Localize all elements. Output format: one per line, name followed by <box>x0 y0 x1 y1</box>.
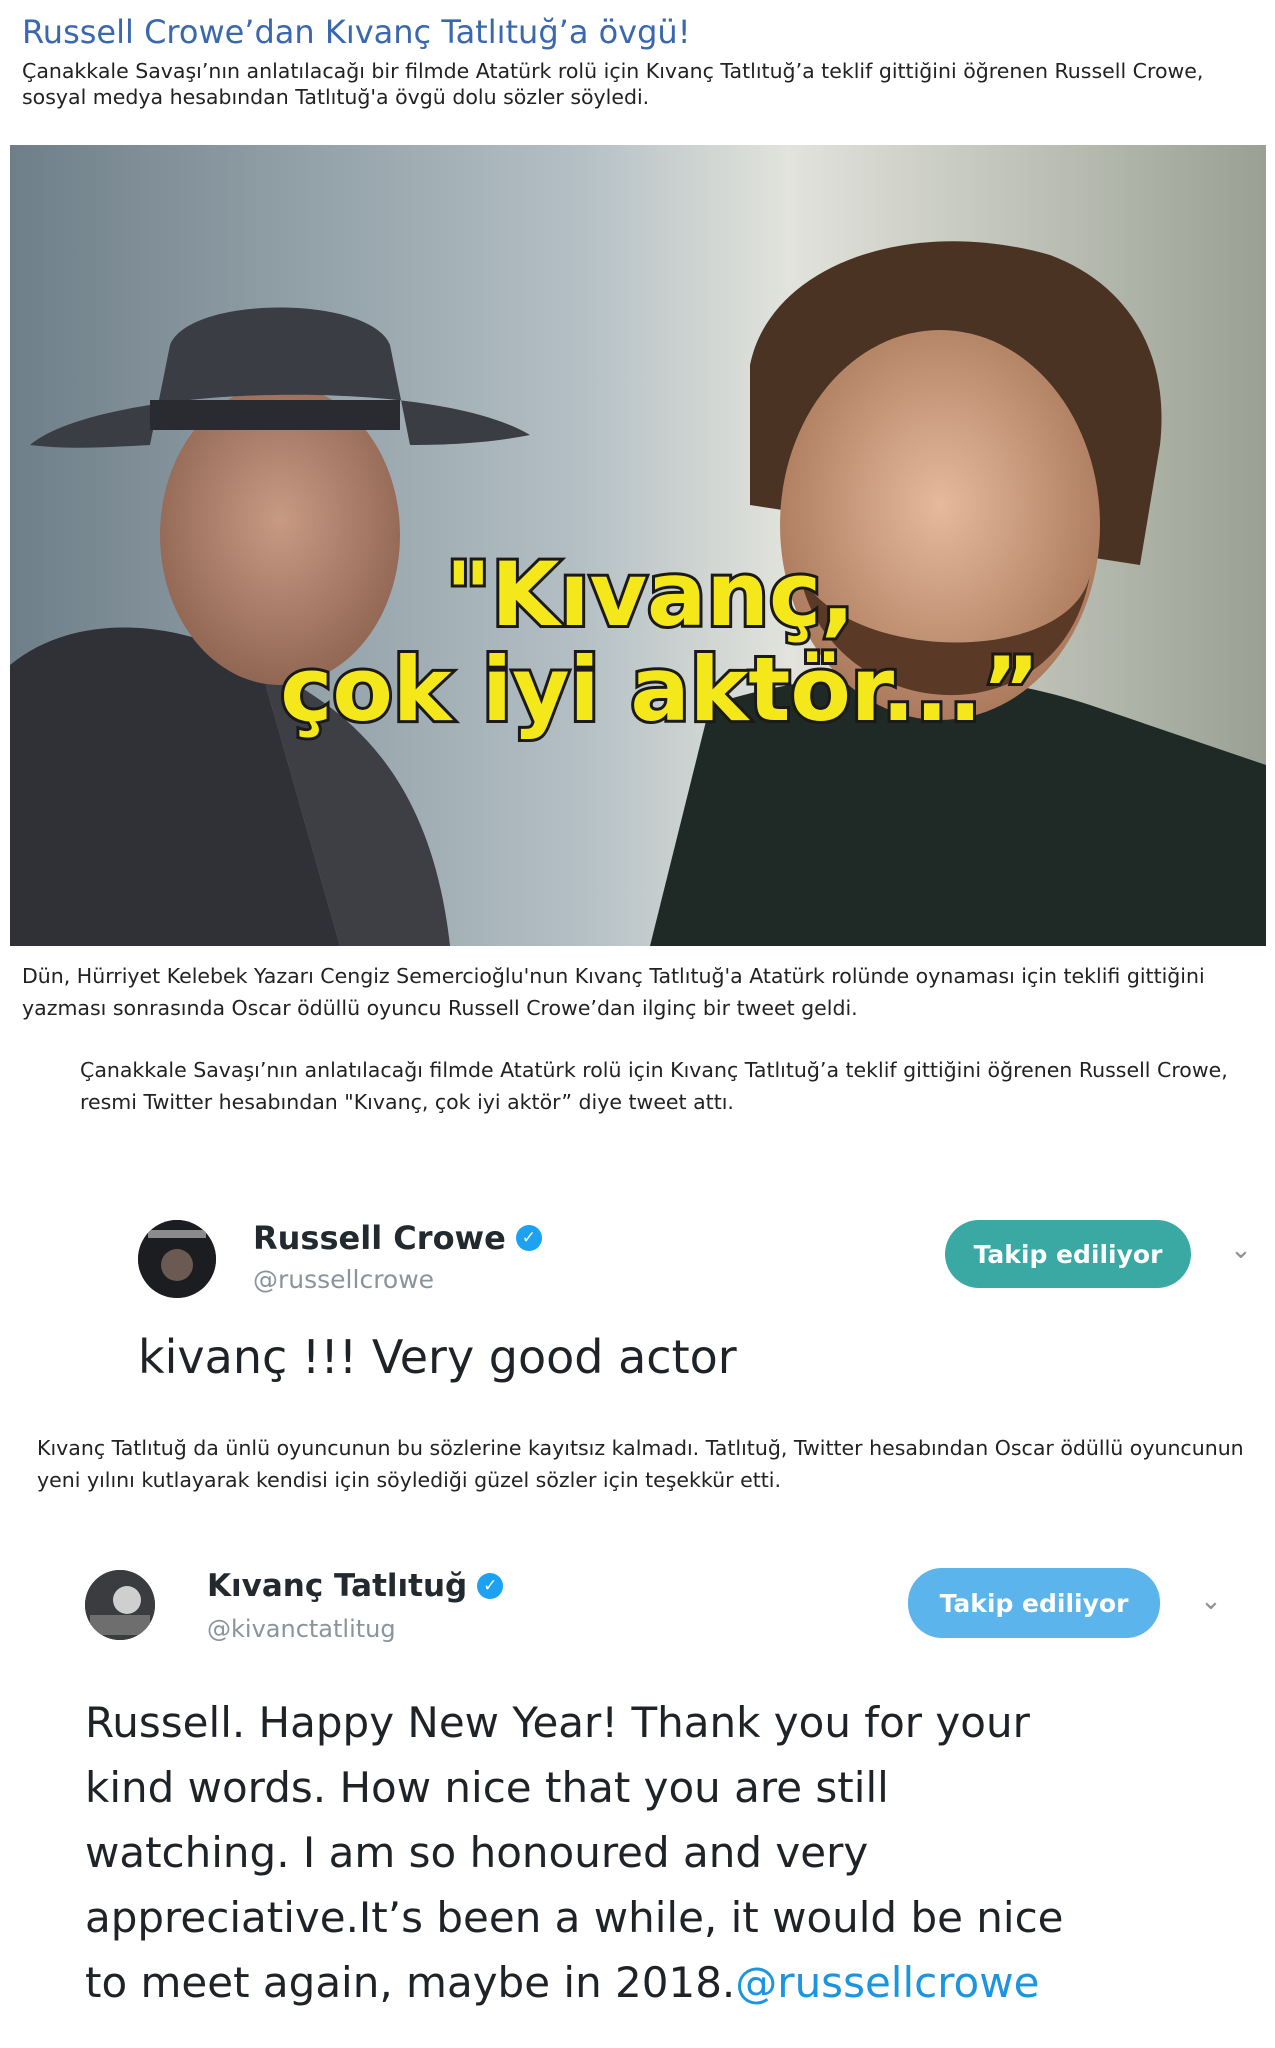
tweet-author-handle[interactable]: @russellcrowe <box>253 1265 434 1294</box>
tweet-text-fragment: to meet again, maybe in 2018. <box>85 1958 736 2007</box>
follow-button[interactable]: Takip ediliyor <box>908 1568 1160 1638</box>
tweet-text-line: Russell. Happy New Year! Thank you for y… <box>85 1698 1030 1747</box>
follow-button[interactable]: Takip ediliyor <box>945 1220 1191 1288</box>
article-lead: Çanakkale Savaşı’nın anlatılacağı bir fi… <box>22 59 1204 109</box>
tweet-author-name[interactable]: Kıvanç Tatlıtuğ <box>207 1568 467 1604</box>
tweet-text-line: kind words. How nice that you are still <box>85 1763 889 1812</box>
verified-badge-icon: ✓ <box>515 1225 542 1251</box>
tweet-text: Russell. Happy New Year! Thank you for y… <box>85 1690 1275 2015</box>
hero-image: "Kıvanç, çok iyi aktör...” <box>10 145 1266 946</box>
article-paragraph-1: Dün, Hürriyet Kelebek Yazarı Cengiz Seme… <box>22 964 1205 1020</box>
tweet-text-line: watching. I am so honoured and very <box>85 1828 869 1877</box>
avatar[interactable] <box>85 1570 155 1640</box>
embedded-tweet-russell: Russell Crowe ✓ @russellcrowe Takip edil… <box>120 1195 1270 1410</box>
article-title[interactable]: Russell Crowe’dan Kıvanç Tatlıtuğ’a övgü… <box>22 10 1262 54</box>
article-paragraph-2: Çanakkale Savaşı’nın anlatılacağı filmde… <box>80 1058 1228 1114</box>
tweet-text-line: appreciative.It’s been a while, it would… <box>85 1893 1064 1942</box>
tweet-text: kivanç !!! Very good actor <box>138 1330 737 1384</box>
embedded-tweet-kivanc: Kıvanç Tatlıtuğ ✓ @kivanctatlitug Takip … <box>70 1550 1270 2040</box>
overlay-quote-line1: "Kıvanç, <box>445 543 854 646</box>
tweet-text-line: to meet again, maybe in 2018.@russellcro… <box>85 1950 1275 2015</box>
verified-badge-icon: ✓ <box>477 1573 504 1599</box>
article-paragraph-3: Kıvanç Tatlıtuğ da ünlü oyuncunun bu söz… <box>37 1436 1244 1492</box>
avatar[interactable] <box>138 1220 216 1298</box>
tweet-mention-link[interactable]: @russellcrowe <box>735 1958 1039 2007</box>
chevron-down-icon[interactable]: ⌄ <box>1200 1586 1222 1616</box>
tweet-author-handle[interactable]: @kivanctatlitug <box>207 1615 396 1643</box>
overlay-quote-line2: çok iyi aktör...” <box>280 638 1040 741</box>
chevron-down-icon[interactable]: ⌄ <box>1230 1235 1252 1265</box>
tweet-author-name[interactable]: Russell Crowe <box>253 1219 506 1257</box>
